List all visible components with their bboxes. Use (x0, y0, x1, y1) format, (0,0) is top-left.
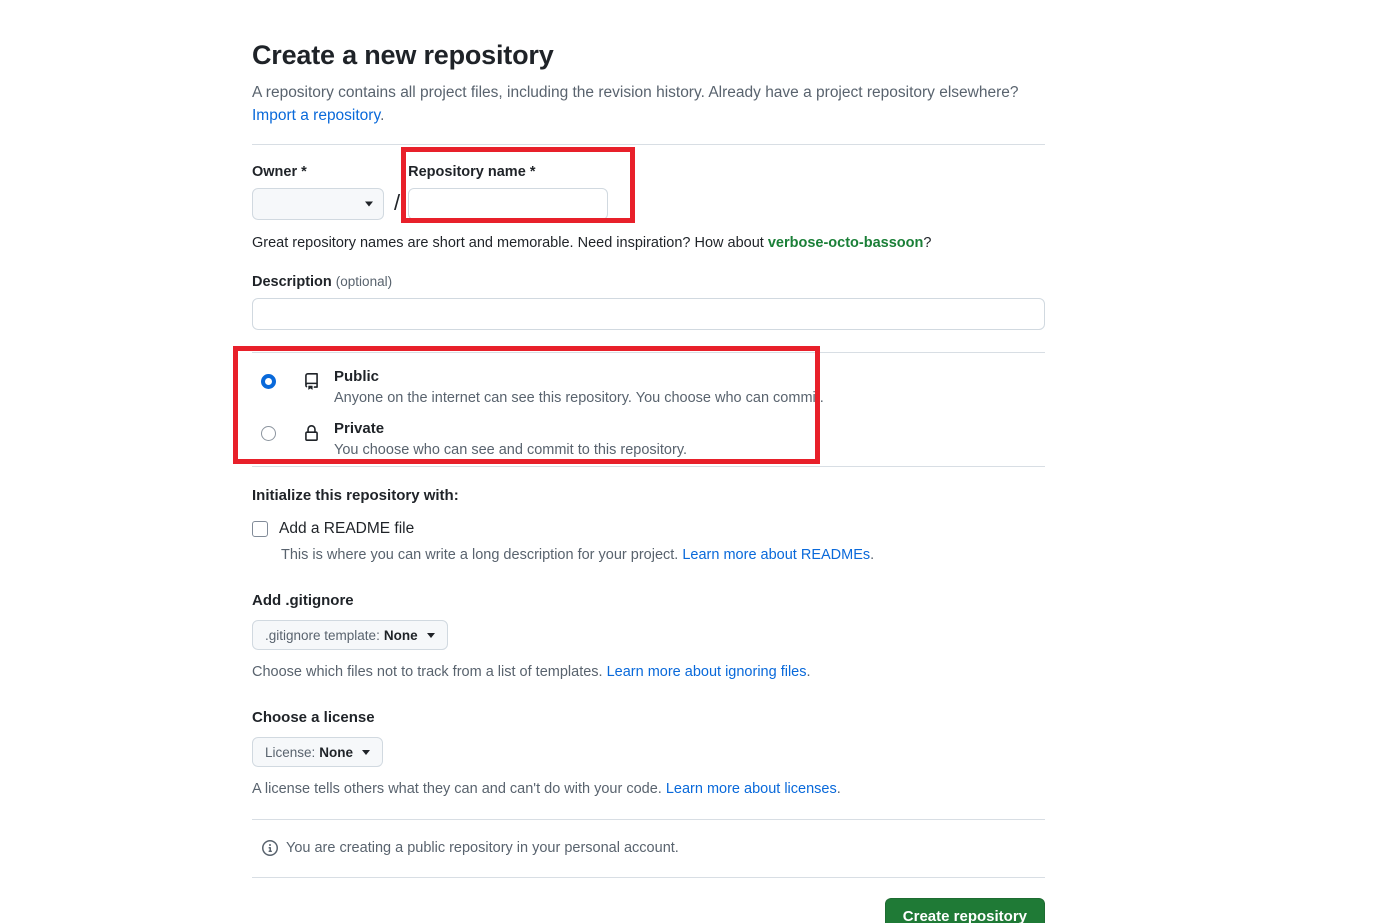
repository-info-text: You are creating a public repository in … (286, 840, 679, 856)
readme-learn-more-link[interactable]: Learn more about READMEs (682, 547, 870, 563)
suggested-name-link[interactable]: verbose-octo-bassoon (768, 235, 924, 251)
license-learn-more-link[interactable]: Learn more about licenses (666, 781, 837, 797)
initialize-heading: Initialize this repository with: (252, 487, 459, 504)
repository-name-label-text: Repository name (408, 164, 526, 180)
gitignore-help-suffix: . (806, 664, 811, 680)
divider-actions (252, 877, 1045, 878)
owner-select[interactable] (252, 188, 384, 220)
divider-header (252, 144, 1045, 145)
repository-name-input[interactable] (408, 188, 609, 220)
import-link-suffix: . (380, 107, 385, 124)
import-repository-link[interactable]: Import a repository (252, 107, 380, 124)
readme-label[interactable]: Add a README file (279, 518, 414, 539)
repository-name-field-group: Repository name * (408, 162, 609, 220)
description-label-text: Description (252, 274, 332, 290)
owner-field-group: Owner * (252, 162, 386, 220)
create-repository-button[interactable]: Create repository (884, 898, 1045, 923)
license-button[interactable]: License: None (252, 737, 384, 767)
repository-name-hint: Great repository names are short and mem… (252, 233, 1045, 253)
visibility-private-title[interactable]: Private (334, 418, 687, 439)
form-container: Create a new repository A repository con… (252, 0, 1045, 923)
owner-label: Owner * (252, 162, 386, 182)
owner-required-mark: * (301, 164, 307, 180)
radio-private[interactable] (261, 426, 276, 441)
create-repository-page: Create a new repository A repository con… (0, 0, 1374, 923)
actions-row: Create repository (252, 898, 1045, 923)
repository-name-label: Repository name * (408, 162, 608, 182)
page-title: Create a new repository (252, 40, 554, 70)
repository-name-required-mark: * (529, 164, 536, 180)
gitignore-heading: Add .gitignore (252, 592, 354, 609)
chevron-down-icon (426, 632, 435, 638)
owner-label-text: Owner (252, 164, 298, 180)
description-field-group: Description (optional) (252, 272, 1045, 330)
gitignore-help-text: Choose which files not to track from a l… (252, 662, 1045, 682)
license-help-suffix: . (836, 781, 841, 797)
book-repo-icon (301, 369, 321, 393)
intro-text: A repository contains all project files,… (252, 84, 1019, 101)
gitignore-section: Add .gitignore .gitignore template: None… (252, 590, 1045, 682)
info-circle-icon (262, 840, 278, 856)
hint-suffix: ? (923, 235, 932, 251)
gitignore-button-value: None (383, 627, 418, 643)
gitignore-template-button[interactable]: .gitignore template: None (252, 620, 448, 650)
owner-repo-separator: / (394, 190, 401, 215)
repository-info-notice: You are creating a public repository in … (252, 820, 1045, 858)
readme-desc-suffix: . (870, 547, 875, 563)
gitignore-learn-more-link[interactable]: Learn more about ignoring files (607, 664, 807, 680)
initialize-section: Initialize this repository with: Add a R… (252, 467, 1045, 565)
visibility-public-description: Anyone on the internet can see this repo… (334, 390, 824, 406)
visibility-public-title[interactable]: Public (334, 366, 824, 387)
chevron-down-icon (365, 201, 373, 207)
page-intro: A repository contains all project files,… (252, 81, 1045, 127)
readme-checkbox-row[interactable]: Add a README file (252, 518, 1045, 539)
readme-description: This is where you can write a long descr… (281, 545, 1045, 565)
readme-checkbox[interactable] (252, 520, 268, 537)
visibility-options: Public Anyone on the internet can see th… (252, 353, 1045, 460)
license-heading: Choose a license (252, 709, 375, 726)
license-button-value: None (319, 744, 354, 760)
visibility-option-private[interactable]: Private You choose who can see and commi… (252, 418, 1045, 460)
readme-desc-prefix: This is where you can write a long descr… (281, 547, 683, 563)
visibility-private-description: You choose who can see and commit to thi… (334, 442, 688, 458)
gitignore-button-label: .gitignore template: (265, 627, 380, 643)
license-help-prefix: A license tells others what they can and… (252, 781, 666, 797)
description-input[interactable] (252, 298, 1045, 330)
visibility-public-text: Public Anyone on the internet can see th… (334, 366, 824, 408)
description-label: Description (optional) (252, 272, 1045, 292)
owner-repo-row: Owner * / Repository name * (252, 162, 1045, 220)
license-button-label: License: (265, 744, 316, 760)
lock-icon (301, 421, 321, 445)
visibility-private-text: Private You choose who can see and commi… (334, 418, 687, 460)
radio-public[interactable] (261, 374, 276, 389)
hint-prefix: Great repository names are short and mem… (252, 235, 768, 251)
chevron-down-icon (362, 749, 371, 755)
gitignore-help-prefix: Choose which files not to track from a l… (252, 664, 607, 680)
license-help-text: A license tells others what they can and… (252, 779, 1045, 799)
visibility-option-public[interactable]: Public Anyone on the internet can see th… (252, 366, 1045, 408)
description-optional-mark: (optional) (335, 274, 393, 289)
license-section: Choose a license License: None A license… (252, 707, 1045, 799)
